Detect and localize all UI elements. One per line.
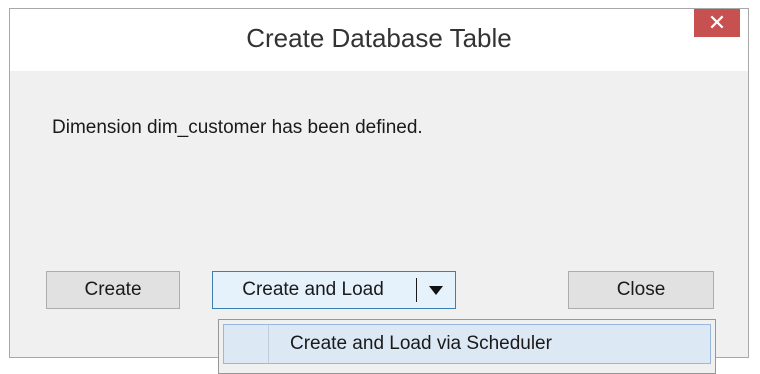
status-message: Dimension dim_customer has been defined. <box>52 117 423 138</box>
create-and-load-button[interactable]: Create and Load <box>213 272 413 308</box>
menu-item-label: Create and Load via Scheduler <box>290 333 552 354</box>
close-window-button[interactable]: ✕ <box>694 9 740 37</box>
menu-icon-gutter <box>268 325 269 363</box>
create-button[interactable]: Create <box>46 271 180 309</box>
close-button[interactable]: Close <box>568 271 714 309</box>
menu-item-create-and-load-via-scheduler[interactable]: Create and Load via Scheduler <box>223 324 711 364</box>
split-divider <box>416 278 417 302</box>
title-bar: Create Database Table ✕ <box>10 9 748 71</box>
dialog-title: Create Database Table <box>246 23 512 53</box>
dropdown-arrow-button[interactable] <box>421 272 451 308</box>
dropdown-menu: Create and Load via Scheduler <box>218 319 716 374</box>
create-and-load-split-button[interactable]: Create and Load <box>212 271 456 309</box>
close-icon: ✕ <box>707 10 727 35</box>
caret-down-icon <box>429 285 443 295</box>
